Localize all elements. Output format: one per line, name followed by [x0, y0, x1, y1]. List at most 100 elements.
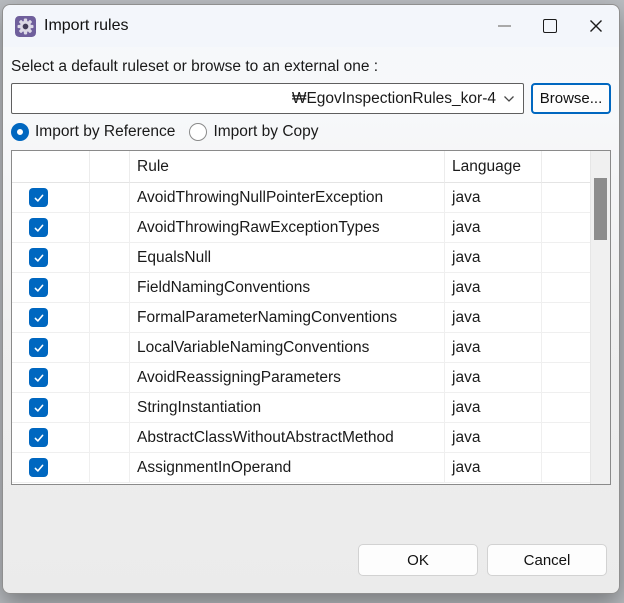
vertical-scrollbar[interactable] — [590, 151, 610, 484]
rule-name-cell: AvoidReassigningParameters — [130, 363, 445, 393]
scrollbar-thumb[interactable] — [594, 178, 607, 240]
pmd-gear-icon — [15, 16, 36, 37]
language-cell: java — [445, 333, 542, 363]
spacer-cell — [90, 453, 130, 483]
table-row[interactable]: FieldNamingConventions java — [12, 273, 610, 303]
spacer-cell — [90, 363, 130, 393]
check-icon — [33, 282, 45, 294]
rule-name-cell: StringInstantiation — [130, 393, 445, 423]
radio-import-by-reference-label: Import by Reference — [35, 123, 175, 141]
table-row[interactable]: FormalParameterNamingConventions java — [12, 303, 610, 333]
rule-table-body: AvoidThrowingNullPointerException java A… — [12, 183, 610, 483]
header-spacer-column — [90, 151, 130, 183]
maximize-icon — [543, 19, 557, 33]
header-language-column: Language — [445, 151, 542, 183]
rule-checkbox[interactable] — [29, 248, 48, 267]
check-icon — [33, 342, 45, 354]
table-row[interactable]: AssignmentInOperand java — [12, 453, 610, 483]
radio-import-by-copy-label: Import by Copy — [213, 123, 318, 141]
rule-checkbox[interactable] — [29, 428, 48, 447]
rule-name-cell: LocalVariableNamingConventions — [130, 333, 445, 363]
close-button[interactable] — [573, 5, 619, 47]
header-rule-column: Rule — [130, 151, 445, 183]
rules-table: Rule Language AvoidThrowingNullPointerEx… — [11, 150, 611, 485]
ruleset-select-label: Select a default ruleset or browse to an… — [11, 57, 611, 77]
rule-name-cell: FormalParameterNamingConventions — [130, 303, 445, 333]
checkbox-cell — [12, 243, 90, 273]
rule-checkbox[interactable] — [29, 278, 48, 297]
ok-button[interactable]: OK — [358, 544, 478, 576]
table-row[interactable]: AvoidThrowingRawExceptionTypes java — [12, 213, 610, 243]
checkbox-cell — [12, 183, 90, 213]
rule-name-cell: FieldNamingConventions — [130, 273, 445, 303]
rule-checkbox[interactable] — [29, 218, 48, 237]
table-row[interactable]: AvoidReassigningParameters java — [12, 363, 610, 393]
browse-button[interactable]: Browse... — [531, 83, 611, 114]
chevron-down-icon — [503, 95, 515, 103]
window-title: Import rules — [44, 17, 128, 35]
rule-checkbox[interactable] — [29, 308, 48, 327]
checkbox-cell — [12, 273, 90, 303]
language-cell: java — [445, 393, 542, 423]
spacer-cell — [90, 273, 130, 303]
rule-checkbox[interactable] — [29, 458, 48, 477]
table-row[interactable]: AvoidThrowingNullPointerException java — [12, 183, 610, 213]
table-row[interactable]: EqualsNull java — [12, 243, 610, 273]
maximize-button[interactable] — [527, 5, 573, 47]
checkbox-cell — [12, 333, 90, 363]
table-row[interactable]: StringInstantiation java — [12, 393, 610, 423]
spacer-cell — [90, 393, 130, 423]
rule-name-cell: AvoidThrowingRawExceptionTypes — [130, 213, 445, 243]
spacer-cell — [90, 183, 130, 213]
language-cell: java — [445, 273, 542, 303]
radio-import-by-copy[interactable] — [189, 123, 207, 141]
close-icon — [588, 18, 604, 34]
radio-import-by-reference[interactable] — [11, 123, 29, 141]
rules-table-header: Rule Language — [12, 151, 610, 183]
checkbox-cell — [12, 393, 90, 423]
rule-name-cell: AbstractClassWithoutAbstractMethod — [130, 423, 445, 453]
rule-name-cell: AssignmentInOperand — [130, 453, 445, 483]
checkbox-cell — [12, 303, 90, 333]
spacer-cell — [90, 303, 130, 333]
screen-background: Import rules Select a default ruleset or… — [0, 0, 624, 603]
spacer-cell — [90, 333, 130, 363]
spacer-cell — [90, 423, 130, 453]
check-icon — [33, 432, 45, 444]
checkbox-cell — [12, 363, 90, 393]
title-bar[interactable]: Import rules — [3, 5, 619, 47]
rule-name-cell: EqualsNull — [130, 243, 445, 273]
rule-checkbox[interactable] — [29, 398, 48, 417]
check-icon — [33, 192, 45, 204]
header-checkbox-column — [12, 151, 90, 183]
checkbox-cell — [12, 213, 90, 243]
table-row[interactable]: AbstractClassWithoutAbstractMethod java — [12, 423, 610, 453]
check-icon — [33, 402, 45, 414]
minimize-icon — [498, 25, 511, 27]
rule-name-cell: AvoidThrowingNullPointerException — [130, 183, 445, 213]
check-icon — [33, 222, 45, 234]
checkbox-cell — [12, 453, 90, 483]
language-cell: java — [445, 363, 542, 393]
rule-checkbox[interactable] — [29, 188, 48, 207]
check-icon — [33, 252, 45, 264]
language-cell: java — [445, 453, 542, 483]
language-cell: java — [445, 213, 542, 243]
ruleset-combobox-value: ₩EgovInspectionRules_kor-4 — [292, 90, 496, 108]
spacer-cell — [90, 243, 130, 273]
spacer-cell — [90, 213, 130, 243]
language-cell: java — [445, 183, 542, 213]
import-rules-dialog: Import rules Select a default ruleset or… — [2, 4, 620, 594]
check-icon — [33, 372, 45, 384]
check-icon — [33, 312, 45, 324]
table-row[interactable]: LocalVariableNamingConventions java — [12, 333, 610, 363]
checkbox-cell — [12, 423, 90, 453]
rule-checkbox[interactable] — [29, 338, 48, 357]
cancel-button[interactable]: Cancel — [487, 544, 607, 576]
rule-checkbox[interactable] — [29, 368, 48, 387]
language-cell: java — [445, 243, 542, 273]
minimize-button — [481, 5, 527, 47]
language-cell: java — [445, 423, 542, 453]
ruleset-combobox[interactable]: ₩EgovInspectionRules_kor-4 — [11, 83, 524, 114]
check-icon — [33, 462, 45, 474]
